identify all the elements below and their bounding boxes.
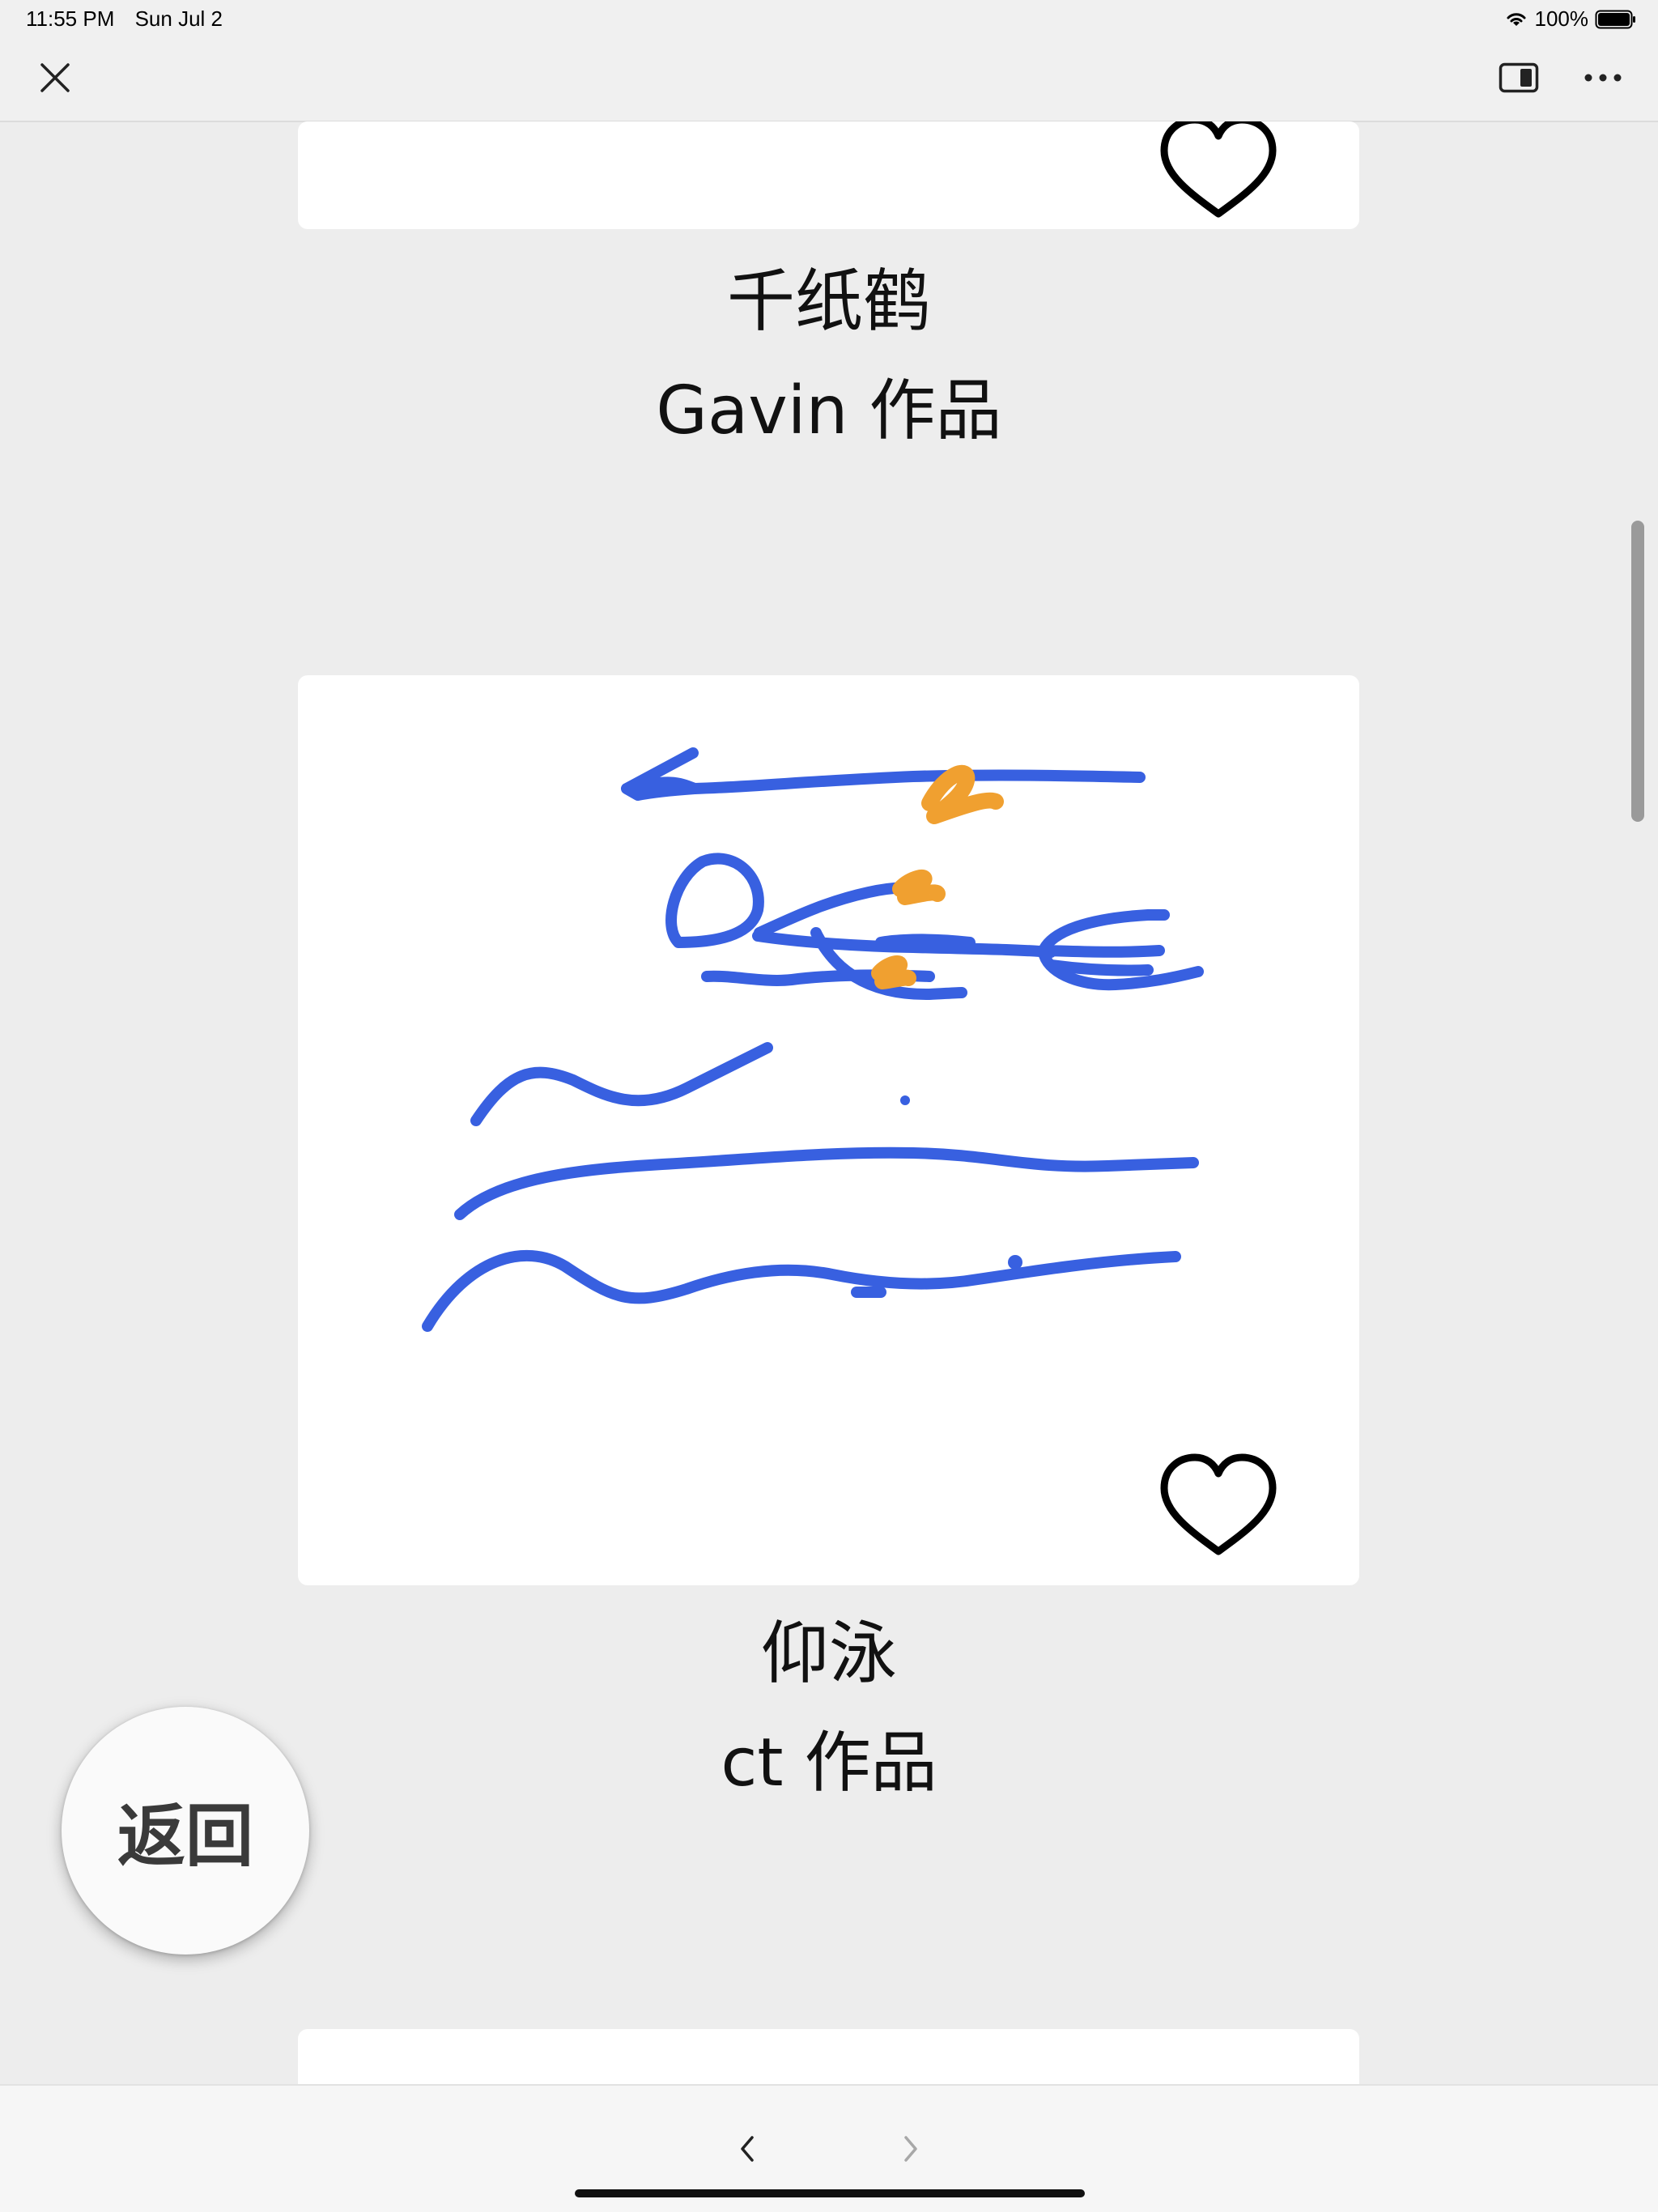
scrollbar[interactable] [1631, 521, 1644, 822]
artwork-author: Gavin 作品 [656, 372, 1002, 449]
artwork-drawing [422, 747, 1204, 1332]
page: 11:55 PM Sun Jul 2 100% 千纸鹤 Gavin 作品 仰泳 … [0, 0, 1658, 2212]
sidebar-toggle-icon [1499, 62, 1539, 93]
status-right: 100% [1504, 6, 1638, 32]
close-button[interactable] [26, 49, 84, 107]
nav-back-button[interactable] [718, 2120, 776, 2178]
status-time: 11:55 PM [26, 6, 115, 31]
artwork-title: 仰泳 [760, 1614, 897, 1693]
chevron-left-icon [741, 2136, 754, 2162]
nav-forward-button[interactable] [882, 2120, 940, 2178]
artwork-card[interactable] [298, 675, 1359, 1585]
status-left: 11:55 PM Sun Jul 2 [26, 6, 237, 32]
status-bar: 11:55 PM Sun Jul 2 100% [0, 0, 1658, 39]
more-icon [1584, 74, 1622, 82]
wifi-icon [1507, 12, 1525, 26]
chevron-right-icon [904, 2136, 917, 2162]
close-icon [40, 63, 70, 92]
top-bar [0, 39, 1658, 122]
heart-icon[interactable] [1159, 121, 1278, 222]
back-button[interactable]: 返回 [62, 1707, 309, 1955]
battery-icon [1595, 10, 1635, 28]
back-button-label: 返回 [117, 1796, 253, 1876]
artwork-title: 千纸鹤 [726, 262, 931, 341]
heart-icon[interactable] [1159, 1453, 1278, 1559]
sidebar-toggle-button[interactable] [1490, 49, 1548, 107]
status-date: Sun Jul 2 [134, 6, 223, 31]
battery-percent: 100% [1534, 6, 1589, 31]
home-indicator [575, 2189, 1085, 2197]
artwork-card[interactable] [298, 121, 1359, 229]
more-button[interactable] [1574, 49, 1632, 107]
